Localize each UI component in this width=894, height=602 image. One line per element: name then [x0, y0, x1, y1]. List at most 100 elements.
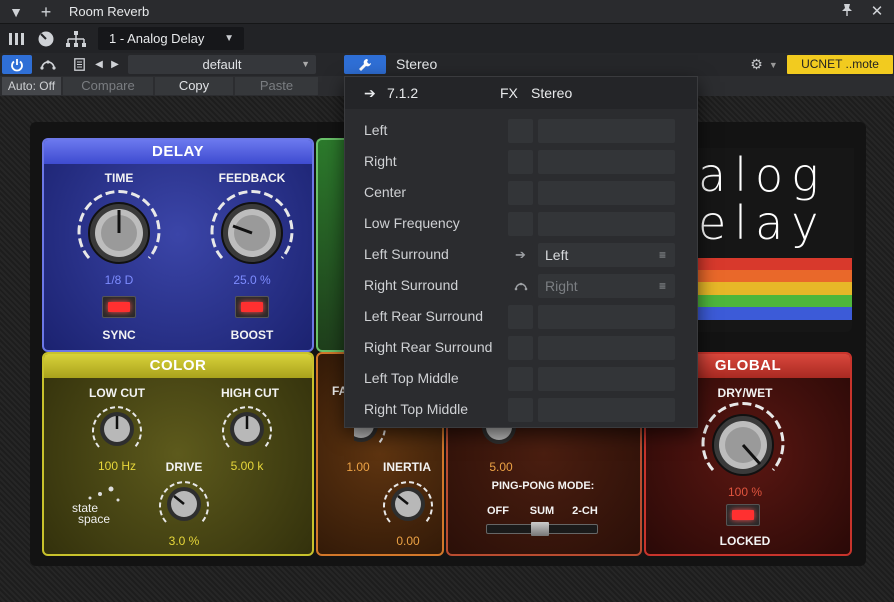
- routing-row: Low Frequency: [345, 208, 697, 239]
- routing-row: Right Top Middle: [345, 394, 697, 425]
- preset-selector[interactable]: default ▼: [128, 55, 316, 74]
- analog-delay-logo: alog elay: [698, 148, 854, 260]
- channel-mapping-field[interactable]: [538, 398, 675, 422]
- preset-bar: ◀ ▶ default ▼ Stereo ⚙ ▼ UCNET ..mote: [0, 53, 894, 76]
- low-cut-value: 100 Hz: [97, 459, 137, 473]
- channel-format-label: 7.1.2: [387, 85, 419, 101]
- feedback-knob[interactable]: [209, 190, 295, 276]
- locked-label: LOCKED: [719, 534, 771, 548]
- channel-name: Right Surround: [364, 277, 459, 293]
- statespace-logo: state space: [66, 486, 126, 526]
- drive-knob[interactable]: [157, 477, 211, 531]
- channel-name: Left: [364, 122, 388, 138]
- channel-mapping-field[interactable]: [538, 336, 675, 360]
- boost-switch[interactable]: [235, 296, 269, 318]
- inertia-knob[interactable]: [381, 477, 435, 531]
- chevron-down-icon: ▼: [301, 59, 310, 69]
- mode-off-label: OFF: [487, 505, 509, 517]
- channel-mapping-field[interactable]: Left ≡: [538, 243, 675, 267]
- power-button[interactable]: [2, 55, 32, 74]
- sync-switch[interactable]: [102, 296, 136, 318]
- automation-icon[interactable]: [36, 55, 60, 74]
- channel-routing-button[interactable]: [344, 55, 386, 74]
- plugin-instance-selector[interactable]: 1 - Analog Delay ▼: [98, 27, 244, 50]
- preset-file-icon[interactable]: [70, 55, 88, 74]
- mapping-value: Left: [545, 247, 569, 263]
- rainbow-stripes: [698, 258, 852, 332]
- close-icon[interactable]: ✕: [866, 0, 888, 24]
- drywet-knob[interactable]: [700, 402, 786, 488]
- route-toggle[interactable]: [508, 119, 533, 143]
- mixer-icon[interactable]: [3, 26, 31, 51]
- delay-module: DELAY TIME FEEDBACK 1/8 D 25.0 % SYNC BO…: [42, 138, 314, 352]
- chevron-down-icon: ▼: [768, 59, 778, 70]
- chevron-down-icon: ▼: [224, 33, 234, 44]
- collapse-arrow-icon[interactable]: ▼: [6, 0, 26, 24]
- drywet-value: 100 %: [727, 485, 763, 499]
- plugin-toolbar: 1 - Analog Delay ▼: [0, 24, 894, 53]
- gear-icon: ⚙: [750, 56, 763, 72]
- route-toggle[interactable]: [508, 367, 533, 391]
- plugin-instance-label: 1 - Analog Delay: [109, 31, 205, 46]
- next-preset-icon[interactable]: ▶: [108, 55, 122, 74]
- channel-mapping-field[interactable]: Right ≡: [538, 274, 675, 298]
- previous-preset-icon[interactable]: ◀: [92, 55, 106, 74]
- channel-mapping-field[interactable]: [538, 212, 675, 236]
- channel-name: Left Top Middle: [364, 370, 459, 386]
- route-arrow-icon[interactable]: ➔: [508, 243, 533, 267]
- routing-row: Left Top Middle: [345, 363, 697, 394]
- channel-mapping-field[interactable]: [538, 119, 675, 143]
- delay-title: DELAY: [44, 140, 312, 164]
- channel-mapping-field[interactable]: [538, 305, 675, 329]
- time-knob[interactable]: [76, 190, 162, 276]
- dial-icon[interactable]: [32, 26, 60, 51]
- logo-line-2: elay: [698, 196, 827, 250]
- network-badge[interactable]: UCNET ..mote: [787, 55, 893, 74]
- arrow-right-icon: ➔: [364, 85, 376, 101]
- feedback-value: 25.0 %: [233, 273, 271, 287]
- brand-line-2: space: [78, 512, 111, 526]
- route-toggle[interactable]: [508, 305, 533, 329]
- high-cut-knob[interactable]: [220, 402, 274, 456]
- low-cut-knob[interactable]: [90, 402, 144, 456]
- route-toggle[interactable]: [508, 336, 533, 360]
- routing-row: Right Surround Right ≡: [345, 270, 697, 301]
- channel-name: Left Rear Surround: [364, 308, 484, 324]
- route-toggle[interactable]: [508, 150, 533, 174]
- menu-icon: ≡: [658, 279, 666, 293]
- preset-name: default: [202, 57, 242, 72]
- fx-format-label: Stereo: [531, 85, 573, 101]
- channel-name: Low Frequency: [364, 215, 460, 231]
- link-icon[interactable]: [508, 274, 533, 298]
- mapping-value: Right: [545, 278, 578, 294]
- route-toggle[interactable]: [508, 181, 533, 205]
- drive-value: 3.0 %: [168, 534, 200, 548]
- fx-label: FX: [500, 85, 518, 101]
- low-cut-label: LOW CUT: [89, 386, 145, 400]
- inertia-value: 0.00: [396, 534, 420, 548]
- locked-switch[interactable]: [726, 504, 760, 526]
- paste-button[interactable]: Paste: [235, 77, 318, 95]
- automation-mode-button[interactable]: Auto: Off: [2, 77, 61, 95]
- add-icon[interactable]: +: [36, 0, 56, 24]
- compare-button[interactable]: Compare: [63, 77, 153, 95]
- routing-row: Right Rear Surround: [345, 332, 697, 363]
- channel-name: Right Rear Surround: [364, 339, 493, 355]
- settings-button[interactable]: ⚙ ▼: [744, 55, 784, 74]
- time-label: TIME: [104, 171, 134, 185]
- channel-mapping-field[interactable]: [538, 367, 675, 391]
- window-title: Room Reverb: [69, 4, 150, 19]
- route-toggle[interactable]: [508, 398, 533, 422]
- routing-row: Left: [345, 115, 697, 146]
- routing-tree-icon[interactable]: [62, 26, 90, 51]
- channel-routing-panel: ➔ 7.1.2 FX Stereo Left Right Center Low Fre…: [344, 76, 698, 428]
- channel-mapping-field[interactable]: [538, 181, 675, 205]
- drive-label: DRIVE: [165, 460, 203, 474]
- pingpong-value: 5.00: [489, 460, 513, 474]
- channel-mapping-field[interactable]: [538, 150, 675, 174]
- color-title: COLOR: [44, 354, 312, 378]
- pin-icon[interactable]: [836, 0, 858, 24]
- route-toggle[interactable]: [508, 212, 533, 236]
- pingpong-mode-slider[interactable]: [486, 522, 598, 536]
- copy-button[interactable]: Copy: [155, 77, 233, 95]
